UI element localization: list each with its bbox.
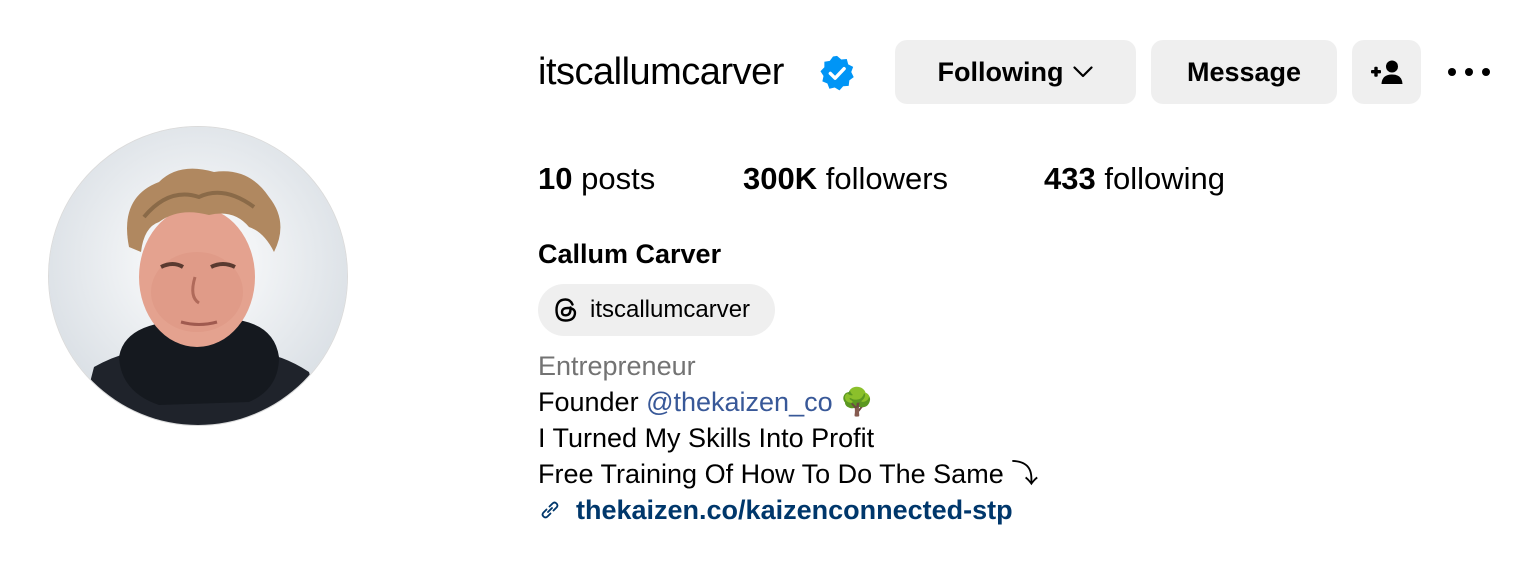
profile-bio: Entrepreneur Founder @thekaizen_co 🌳 I T… bbox=[538, 348, 1038, 492]
profile-username: itscallumcarver bbox=[538, 51, 784, 93]
threads-handle: itscallumcarver bbox=[590, 296, 751, 323]
avatar-image bbox=[49, 127, 347, 425]
following-label: following bbox=[1095, 161, 1225, 196]
posts-count: 10 bbox=[538, 161, 573, 196]
followers-stat[interactable]: 300K followers bbox=[743, 158, 948, 200]
threads-icon bbox=[555, 298, 577, 322]
message-button-label: Message bbox=[1186, 56, 1302, 87]
profile-full-name: Callum Carver bbox=[538, 239, 722, 269]
threads-badge[interactable]: itscallumcarver bbox=[538, 284, 775, 336]
external-link[interactable]: thekaizen.co/kaizenconnected-stp bbox=[576, 495, 1013, 526]
external-link-row[interactable]: thekaizen.co/kaizenconnected-stp bbox=[538, 492, 1013, 528]
bio-line-founder: Founder @thekaizen_co 🌳 bbox=[538, 384, 1038, 420]
following-button-label: Following bbox=[937, 56, 1064, 87]
tree-emoji-icon: 🌳 bbox=[840, 387, 874, 417]
followers-label: followers bbox=[817, 161, 949, 196]
bio-mention-link[interactable]: @thekaizen_co bbox=[646, 387, 833, 417]
following-stat[interactable]: 433 following bbox=[1044, 158, 1225, 200]
chevron-down-icon bbox=[1073, 66, 1094, 78]
following-button[interactable]: Following bbox=[895, 40, 1136, 104]
profile-avatar[interactable] bbox=[48, 126, 348, 426]
verified-badge-icon bbox=[820, 55, 854, 91]
posts-stat: 10 posts bbox=[538, 158, 655, 200]
bio-line-3: Free Training Of How To Do The Same ⤵ bbox=[538, 459, 1039, 489]
add-user-icon bbox=[1370, 60, 1402, 84]
more-options-button[interactable] bbox=[1444, 58, 1494, 86]
bio-line-2: I Turned My Skills Into Profit bbox=[538, 423, 875, 453]
add-user-button[interactable] bbox=[1352, 40, 1421, 104]
followers-count: 300K bbox=[743, 161, 818, 196]
following-count: 433 bbox=[1044, 161, 1096, 196]
link-icon bbox=[541, 501, 559, 519]
profile-category: Entrepreneur bbox=[538, 351, 696, 381]
bio-founder-prefix: Founder bbox=[538, 387, 647, 417]
more-options-icon bbox=[1448, 68, 1490, 76]
message-button[interactable]: Message bbox=[1151, 40, 1337, 104]
posts-label: posts bbox=[572, 161, 656, 196]
